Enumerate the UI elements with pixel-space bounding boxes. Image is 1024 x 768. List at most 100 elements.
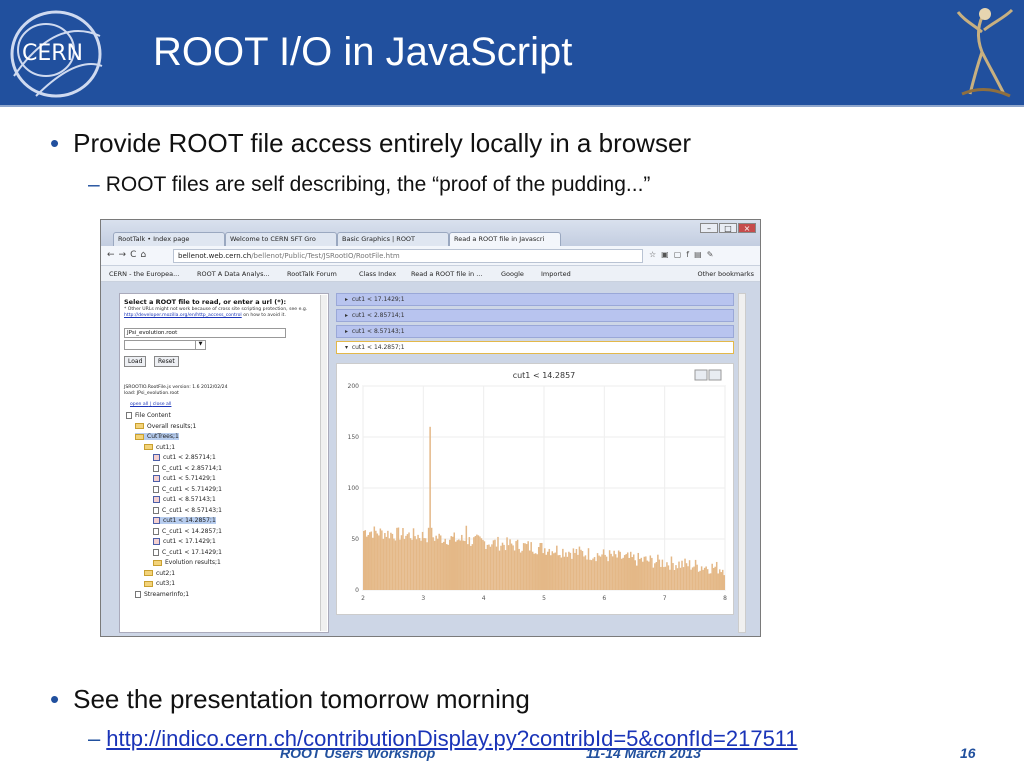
close-icon[interactable]: × xyxy=(738,223,756,233)
tree-node[interactable]: cut1;1 xyxy=(144,444,175,451)
tree-node[interactable]: Evolution results;1 xyxy=(153,559,221,566)
wrench-icon[interactable]: ✎ xyxy=(707,250,719,259)
forward-icon[interactable]: → xyxy=(119,250,131,260)
histogram-bar xyxy=(604,554,606,590)
accordion-item[interactable]: ▸ cut1 < 17.1429;1 xyxy=(336,293,734,306)
histogram-bar xyxy=(581,551,584,590)
histogram-bar xyxy=(464,540,466,590)
x-tick-label: 2 xyxy=(361,595,365,602)
histogram-bar xyxy=(474,536,477,590)
histogram-bar xyxy=(623,555,626,590)
share-icon[interactable]: ▤ xyxy=(694,250,707,259)
tree-node[interactable]: C_cut1 < 14.2857;1 xyxy=(153,527,222,535)
tree-node[interactable]: Overall results;1 xyxy=(135,423,196,430)
tree-node[interactable]: StreamerInfo;1 xyxy=(135,590,189,598)
histogram-bar xyxy=(540,542,543,590)
histogram-bar xyxy=(372,537,374,590)
accordion-item[interactable]: ▸ cut1 < 2.85714;1 xyxy=(336,309,734,322)
back-icon[interactable]: ← xyxy=(107,250,119,260)
star-icon[interactable]: ☆ xyxy=(649,250,661,259)
histogram-bar xyxy=(607,561,609,590)
accordion-label: cut1 < 2.85714;1 xyxy=(351,312,405,319)
close-all-link[interactable]: close all xyxy=(153,402,172,407)
histogram-bar xyxy=(408,532,410,590)
tree-node[interactable]: cut1 < 17.1429;1 xyxy=(153,538,216,545)
tree-node-label: cut2;1 xyxy=(156,569,176,577)
scrollbar[interactable] xyxy=(738,293,746,633)
tree-node[interactable]: C_cut1 < 8.57143;1 xyxy=(153,506,222,514)
y-tick-label: 0 xyxy=(355,587,359,594)
bullet-2: • See the presentation tomorrow morning xyxy=(50,684,530,714)
histogram-bar xyxy=(418,538,421,590)
histogram-bar xyxy=(400,535,403,590)
tree-node-label: C_cut1 < 2.85714;1 xyxy=(162,464,222,472)
access-control-link[interactable]: http://developer.mozilla.org/en/http_acc… xyxy=(124,313,242,318)
histogram-bar xyxy=(414,536,416,590)
load-button[interactable]: Load xyxy=(124,356,147,367)
bookmark-item[interactable]: Google xyxy=(501,270,524,278)
histogram-bar xyxy=(560,557,563,590)
histogram-bar xyxy=(444,538,446,590)
accordion-item-open[interactable]: ▾ cut1 < 14.2857;1 xyxy=(336,341,734,354)
histogram-bar xyxy=(531,551,534,590)
reload-icon[interactable]: C xyxy=(130,250,140,260)
download-icon[interactable] xyxy=(708,369,722,381)
browser-tab-active[interactable]: Read a ROOT file in Javascri xyxy=(449,232,561,246)
tree-node-label: Evolution results;1 xyxy=(165,559,221,566)
browser-tab[interactable]: Welcome to CERN SFT Gro xyxy=(225,232,337,246)
tree-node[interactable]: C_cut1 < 5.71429;1 xyxy=(153,485,222,493)
address-bar[interactable]: bellenot.web.cern.ch/bellenot/Public/Tes… xyxy=(173,249,643,263)
browser-tab[interactable]: Basic Graphics | ROOT xyxy=(337,232,449,246)
tree-node[interactable]: cut1 < 14.2857;1 xyxy=(153,517,216,524)
tree-node[interactable]: C_cut1 < 17.1429;1 xyxy=(153,548,222,556)
page-title: ROOT I/O in JavaScript xyxy=(153,30,573,74)
histogram-bar xyxy=(500,545,502,590)
file-select[interactable]: ▼ xyxy=(124,340,206,350)
histogram-bar xyxy=(495,546,498,590)
histogram-bar xyxy=(387,530,389,590)
histogram-bar xyxy=(717,573,719,590)
print-icon[interactable] xyxy=(694,369,708,381)
histogram-bar xyxy=(676,568,679,590)
bookmark-item[interactable]: Imported xyxy=(541,270,571,278)
bookmark-item[interactable]: CERN - the Europea... xyxy=(109,270,179,278)
histogram-bar xyxy=(601,554,603,590)
histogram-bar xyxy=(461,534,463,590)
other-bookmarks[interactable]: Other bookmarks xyxy=(697,270,754,278)
histogram-bar xyxy=(403,539,406,590)
open-all-link[interactable]: open all xyxy=(130,402,148,407)
tree-node[interactable]: File Content xyxy=(126,412,171,419)
bookmark-item[interactable]: Class Index xyxy=(359,270,396,278)
histogram-bar xyxy=(417,534,419,590)
histogram-bar xyxy=(426,542,428,590)
histogram-bar xyxy=(423,538,425,590)
bookmark-item[interactable]: RootTalk Forum xyxy=(287,270,337,278)
histogram-bar xyxy=(399,539,401,590)
tree-node[interactable]: CutTrees;1 xyxy=(135,433,179,440)
x-tick-label: 8 xyxy=(723,595,727,602)
bookmark-item[interactable]: Read a ROOT file in ... xyxy=(411,270,482,278)
file-url-input[interactable]: JPsi_evolution.root xyxy=(124,328,286,338)
maximize-icon[interactable]: □ xyxy=(719,223,737,233)
tree-node[interactable]: cut2;1 xyxy=(144,570,175,577)
histogram-bar xyxy=(696,564,698,590)
facebook-icon[interactable]: f xyxy=(686,250,694,259)
tree-node[interactable]: cut3;1 xyxy=(144,580,175,587)
extension-icon[interactable]: ▣ xyxy=(661,250,674,259)
histogram-bar xyxy=(420,540,422,590)
page-icon xyxy=(153,485,159,493)
minimize-icon[interactable]: – xyxy=(700,223,718,233)
tree-node[interactable]: cut1 < 5.71429;1 xyxy=(153,475,216,482)
histogram-bar xyxy=(572,548,575,590)
histogram-bar xyxy=(563,556,566,590)
scrollbar[interactable] xyxy=(320,295,327,631)
extension-icon[interactable]: ▢ xyxy=(674,250,687,259)
bookmark-item[interactable]: ROOT A Data Analys... xyxy=(197,270,270,278)
home-icon[interactable]: ⌂ xyxy=(140,250,150,260)
tree-node[interactable]: C_cut1 < 2.85714;1 xyxy=(153,464,222,472)
tree-node[interactable]: cut1 < 2.85714;1 xyxy=(153,454,216,461)
reset-button[interactable]: Reset xyxy=(154,356,179,367)
browser-tab[interactable]: RootTalk • Index page xyxy=(113,232,225,246)
accordion-item[interactable]: ▸ cut1 < 8.57143;1 xyxy=(336,325,734,338)
tree-node[interactable]: cut1 < 8.57143;1 xyxy=(153,496,216,503)
